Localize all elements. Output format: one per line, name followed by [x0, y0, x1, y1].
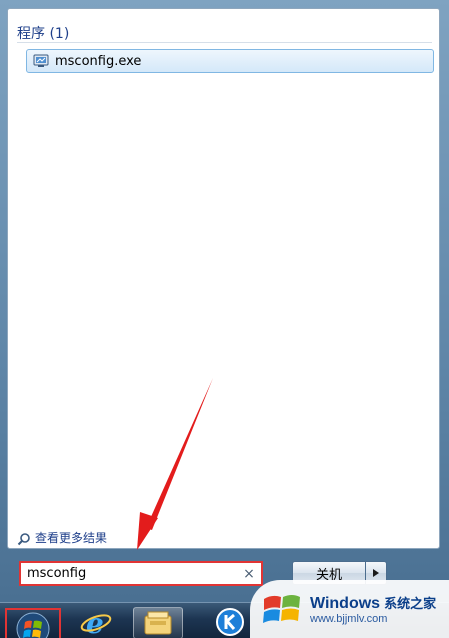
- see-more-label: 查看更多结果: [35, 531, 108, 545]
- section-title-programs: 程序 (1): [17, 26, 70, 42]
- clear-search-icon[interactable]: ×: [241, 566, 257, 582]
- search-results-pane: 程序 (1) msconfig.exe 查看更多结果: [7, 8, 440, 549]
- windows-logo-icon: [263, 595, 300, 623]
- start-button-highlight[interactable]: [5, 608, 61, 638]
- start-menu: 程序 (1) msconfig.exe 查看更多结果 msconfig × 关机: [0, 0, 449, 602]
- result-item-label: msconfig.exe: [55, 53, 142, 69]
- watermark-url: www.bjjmlv.com: [310, 613, 388, 625]
- taskbar-k-app[interactable]: [210, 607, 250, 638]
- see-more-results-link[interactable]: 查看更多结果: [17, 529, 107, 546]
- start-orb-icon: [16, 612, 50, 638]
- system-config-icon: [33, 53, 49, 69]
- result-item-msconfig[interactable]: msconfig.exe: [26, 49, 434, 73]
- internet-explorer-icon: e: [80, 607, 112, 637]
- svg-text:e: e: [86, 607, 104, 637]
- start-search-box: ×: [19, 561, 263, 586]
- watermark-brand-cn: 系统之家: [384, 597, 437, 612]
- triangle-right-icon: [373, 569, 379, 577]
- search-icon: [17, 531, 31, 545]
- taskbar-explorer[interactable]: [133, 607, 183, 638]
- watermark-brand: Windows: [310, 595, 381, 612]
- site-watermark: Windows 系统之家 www.bjjmlv.com: [250, 580, 449, 638]
- file-explorer-icon: [144, 611, 172, 635]
- section-divider: [17, 42, 432, 43]
- k-app-icon: [216, 608, 244, 636]
- search-input[interactable]: [21, 563, 241, 584]
- taskbar-ie[interactable]: e: [76, 607, 116, 638]
